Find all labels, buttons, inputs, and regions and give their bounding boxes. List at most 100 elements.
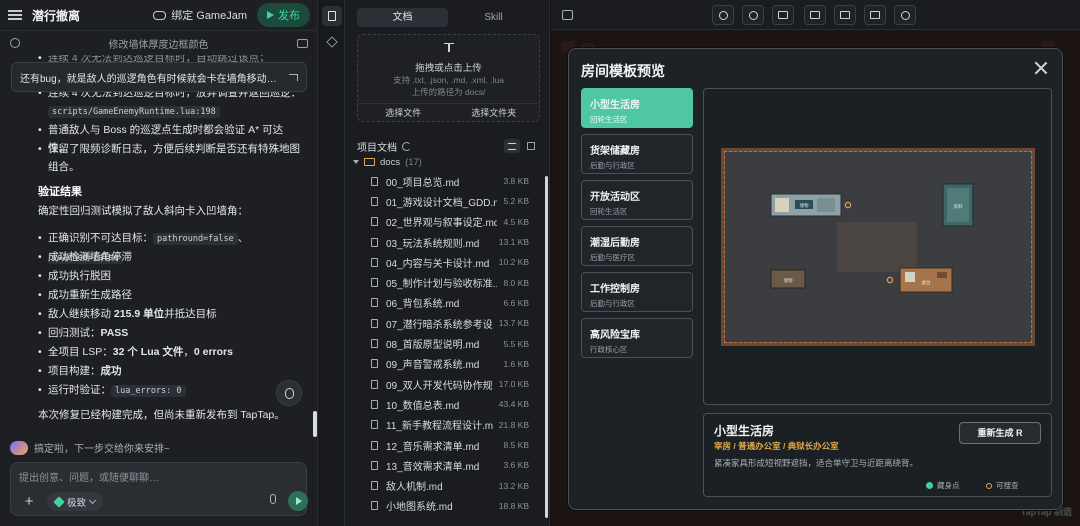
file-row[interactable]: 敌人机制.md 13.2 KB bbox=[345, 475, 545, 495]
list-view-button[interactable] bbox=[504, 139, 520, 153]
file-list: 00_项目总览.md 3.8 KB 01_游戏设计文档_GDD.md 5.2 KB … bbox=[345, 171, 545, 516]
file-row[interactable]: 04_内容与关卡设计.md 10.2 KB bbox=[345, 252, 545, 272]
fullscreen-button[interactable] bbox=[864, 5, 886, 25]
room-map: 储物 资料 储物 桌台 bbox=[721, 148, 1035, 346]
folder-name: docs bbox=[380, 156, 401, 168]
furniture-label: 桌台 bbox=[922, 279, 931, 286]
file-doc-icon bbox=[371, 257, 378, 267]
upload-title: 拖拽或点击上传 bbox=[415, 63, 482, 74]
fullscreen-icon bbox=[870, 11, 880, 19]
room-item[interactable]: 开放活动区 回轮生活区 bbox=[581, 180, 693, 220]
devices-icon bbox=[778, 11, 788, 19]
file-row[interactable]: 08_首版原型说明.md 5.5 KB bbox=[345, 333, 545, 353]
chat-messages[interactable]: 连续 4 次无法到达巡逻目标时，自动跳过该点； 还有bug，就是敌人的巡逻角色有… bbox=[0, 55, 318, 435]
thread-bar: 修改墙体厚度边框颜色 bbox=[0, 31, 318, 55]
room-info-tags: 宰房 / 普通办公室 / 典狱长办公室 bbox=[714, 441, 839, 451]
share-button[interactable] bbox=[894, 5, 916, 25]
select-folder-button[interactable]: 选择文件夹 bbox=[449, 104, 540, 122]
room-map-graphic: 储物 资料 储物 桌台 bbox=[725, 152, 1031, 342]
file-doc-icon bbox=[371, 237, 378, 247]
app-title: 潜行撤离 bbox=[32, 8, 81, 23]
room-item[interactable]: 小型生活房 回轮生活区 bbox=[581, 88, 693, 128]
send-message-button[interactable] bbox=[288, 491, 308, 511]
room-item[interactable]: 潮湿后勤房 后勤与医疗区 bbox=[581, 226, 693, 266]
reload-icon bbox=[718, 10, 728, 20]
video-icon bbox=[840, 11, 850, 19]
chevron-down-icon bbox=[88, 496, 97, 504]
close-icon[interactable] bbox=[1034, 61, 1048, 75]
file-row[interactable]: 小地图系统.md 18.8 KB bbox=[345, 496, 545, 516]
room-item[interactable]: 高风险宝库 行政核心区 bbox=[581, 318, 693, 358]
publish-button[interactable]: 发布 bbox=[257, 3, 310, 27]
file-row[interactable]: 11_新手教程流程设计.md 21.8 KB bbox=[345, 415, 545, 435]
layers-icon bbox=[326, 36, 338, 48]
select-file-button[interactable]: 选择文件 bbox=[358, 104, 449, 122]
regenerate-button[interactable]: 重新生成 R bbox=[959, 422, 1041, 444]
grid-view-button[interactable] bbox=[523, 139, 539, 153]
reload-button[interactable] bbox=[712, 5, 734, 25]
message-bullet: 成功执行脱困 bbox=[38, 267, 304, 285]
message-bullet: 成功重新生成路径 bbox=[38, 286, 304, 304]
docs-tabs: 文档 Skill bbox=[357, 8, 539, 27]
docs-scrollbar[interactable] bbox=[545, 176, 548, 518]
file-row[interactable]: 05_制作计划与验收标准... 8.0 KB bbox=[345, 272, 545, 292]
bind-gamejam-button[interactable]: 绑定 GameJam bbox=[153, 7, 247, 23]
file-row[interactable]: 12_音乐需求清单.md 8.5 KB bbox=[345, 435, 545, 455]
file-doc-icon bbox=[371, 298, 378, 308]
chat-input[interactable] bbox=[19, 469, 299, 487]
upload-actions: 选择文件 选择文件夹 bbox=[358, 103, 539, 122]
docs-panel-button[interactable] bbox=[322, 6, 342, 26]
share-icon bbox=[900, 10, 910, 20]
record-button[interactable] bbox=[834, 5, 856, 25]
message-bullet: 成功检测墙角停滞 bbox=[38, 248, 304, 266]
caret-down-icon bbox=[353, 160, 359, 164]
room-item[interactable]: 工作控制房 后勤与行政区 bbox=[581, 272, 693, 312]
upload-dropzone[interactable]: 拖拽或点击上传 支持 .txt, .json, .md, .xml, .lua … bbox=[357, 34, 540, 122]
mode-selector[interactable]: 极致 bbox=[47, 492, 104, 511]
file-doc-icon bbox=[371, 420, 378, 430]
menu-icon[interactable] bbox=[8, 10, 22, 20]
tab-docs[interactable]: 文档 bbox=[357, 8, 448, 27]
hide-button[interactable] bbox=[742, 5, 764, 25]
status-text: 搞定啦，下一步交给你来安排~ bbox=[34, 444, 170, 455]
file-row[interactable]: 07_潜行暗杀系统参考设... 13.7 KB bbox=[345, 313, 545, 333]
section-title: 验证结果 bbox=[38, 186, 82, 198]
folder-docs[interactable]: docs (17) bbox=[353, 155, 422, 169]
project-docs-header: 项目文档 bbox=[357, 138, 539, 154]
send-icon bbox=[267, 11, 274, 19]
layers-panel-button[interactable] bbox=[322, 32, 342, 52]
file-row[interactable]: 02_世界观与叙事设定.md 4.5 KB bbox=[345, 212, 545, 232]
furniture-label: 资料 bbox=[954, 203, 963, 210]
sidebar-toggle-icon[interactable] bbox=[562, 10, 573, 20]
eye-off-icon bbox=[748, 10, 758, 20]
room-item[interactable]: 货架储藏房 后勤与行政区 bbox=[581, 134, 693, 174]
message-bullet: 回归测试：PASS bbox=[38, 324, 304, 342]
floor-rug bbox=[837, 222, 917, 272]
room-info-description: 紧凑家具形成短视野遮挡，适合单守卫与近距离绕背。 bbox=[714, 458, 919, 468]
add-attachment-button[interactable]: + bbox=[21, 494, 37, 510]
docs-panel: 文档 Skill 拖拽或点击上传 支持 .txt, .json, .md, .x… bbox=[345, 0, 550, 526]
file-row[interactable]: 01_游戏设计文档_GDD.md 5.2 KB bbox=[345, 191, 545, 211]
file-row[interactable]: 09_声音警戒系统.md 1.6 KB bbox=[345, 354, 545, 374]
file-row[interactable]: 03_玩法系统规则.md 13.1 KB bbox=[345, 232, 545, 252]
refresh-icon[interactable] bbox=[402, 141, 411, 151]
upload-icon bbox=[444, 43, 454, 53]
file-row[interactable]: 13_音效需求清单.md 3.6 KB bbox=[345, 455, 545, 475]
screenshot-button[interactable] bbox=[804, 5, 826, 25]
file-doc-icon bbox=[371, 501, 378, 511]
chat-header: 潜行撤离 绑定 GameJam 发布 bbox=[0, 0, 318, 31]
file-row[interactable]: 06_背包系统.md 6.6 KB bbox=[345, 293, 545, 313]
reply-icon[interactable] bbox=[289, 73, 298, 81]
chat-scrollbar[interactable] bbox=[313, 411, 317, 437]
comment-icon[interactable] bbox=[297, 38, 308, 48]
tab-skill[interactable]: Skill bbox=[448, 8, 539, 27]
devices-button[interactable] bbox=[772, 5, 794, 25]
debug-button[interactable] bbox=[276, 380, 302, 406]
file-row[interactable]: 10_数值总表.md 43.4 KB bbox=[345, 394, 545, 414]
history-icon[interactable] bbox=[10, 38, 20, 48]
upload-formats: 支持 .txt, .json, .md, .xml, .lua bbox=[393, 75, 504, 85]
file-row[interactable]: 00_项目总览.md 3.8 KB bbox=[345, 171, 545, 191]
file-row[interactable]: 09_双人开发代码协作规... 17.0 KB bbox=[345, 374, 545, 394]
voice-input-button[interactable] bbox=[267, 493, 279, 509]
quoted-message[interactable]: 还有bug，就是敌人的巡逻角色有时候就会卡在墙角移动不动的，… bbox=[11, 62, 307, 92]
